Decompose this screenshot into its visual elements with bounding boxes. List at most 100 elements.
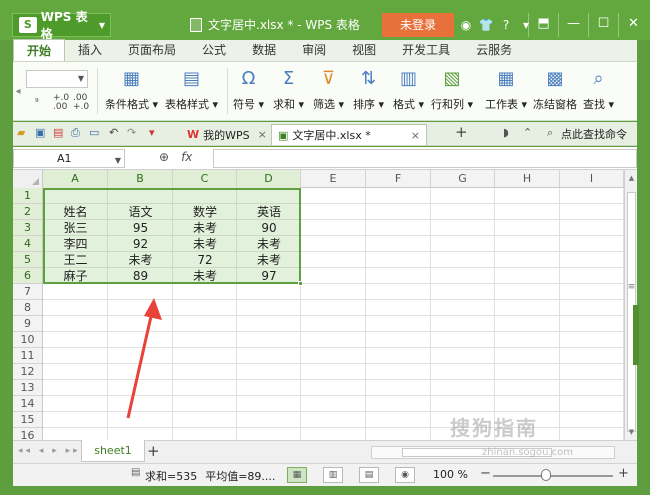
- increase-decimal-icon[interactable]: +.0 .00: [53, 94, 69, 112]
- page-break-view-icon[interactable]: ▥: [323, 467, 343, 483]
- sort-button[interactable]: ⇅ 排序 ▾: [353, 66, 384, 112]
- doc-tab-active-file[interactable]: ▣ 文字居中.xlsx * ×: [271, 124, 427, 145]
- app-menu-button[interactable]: S WPS 表格 ▼: [12, 10, 111, 41]
- thousands-separator-icon[interactable]: ⁹: [35, 98, 39, 108]
- tab-formulas[interactable]: 公式: [189, 39, 239, 61]
- conditional-format-button[interactable]: ▦ 条件格式 ▾: [105, 66, 158, 112]
- minimize-button[interactable]: —: [558, 13, 588, 37]
- cell-b2[interactable]: 语文: [108, 204, 173, 220]
- cell-c6[interactable]: 未考: [173, 268, 237, 284]
- row-header-16[interactable]: 16: [13, 428, 43, 440]
- cell-a2[interactable]: 姓名: [43, 204, 108, 220]
- eye-protect-icon[interactable]: ◉: [395, 467, 415, 483]
- shirt-icon[interactable]: 👕: [478, 18, 494, 32]
- cell-d4[interactable]: 未考: [237, 236, 301, 252]
- sheet-navigation-icons[interactable]: ◂◂ ◂ ▸ ▸▸: [18, 446, 81, 456]
- row-header-8[interactable]: 8: [13, 300, 43, 316]
- print-preview-icon[interactable]: ▭: [89, 126, 99, 139]
- redo-icon[interactable]: ↷: [127, 126, 136, 139]
- row-header-5[interactable]: 5: [13, 252, 43, 268]
- skin-icon[interactable]: ◉: [458, 18, 474, 32]
- cell-a5[interactable]: 王二: [43, 252, 108, 268]
- tab-insert[interactable]: 插入: [65, 39, 115, 61]
- row-header-15[interactable]: 15: [13, 412, 43, 428]
- cell-c1[interactable]: [173, 188, 237, 204]
- cell-b3[interactable]: 95: [108, 220, 173, 236]
- tab-review[interactable]: 审阅: [289, 39, 339, 61]
- add-tab-icon[interactable]: +: [455, 123, 468, 141]
- tab-data[interactable]: 数据: [239, 39, 289, 61]
- row-header-1[interactable]: 1: [13, 188, 43, 204]
- column-header-d[interactable]: D: [237, 170, 301, 188]
- sidebar-toggle-handle[interactable]: [633, 305, 639, 365]
- zoom-out-icon[interactable]: −: [480, 466, 491, 481]
- save-icon[interactable]: ▣: [35, 126, 45, 139]
- table-style-button[interactable]: ▤ 表格样式 ▾: [165, 66, 218, 112]
- cell-c2[interactable]: 数学: [173, 204, 237, 220]
- cell-d6[interactable]: 97: [237, 268, 301, 284]
- maximize-button[interactable]: ☐: [588, 13, 618, 37]
- row-header-6[interactable]: 6: [13, 268, 43, 284]
- row-header-11[interactable]: 11: [13, 348, 43, 364]
- cell-c3[interactable]: 未考: [173, 220, 237, 236]
- close-button[interactable]: ✕: [618, 13, 648, 37]
- customize-toolbar-icon[interactable]: ▾: [149, 126, 155, 139]
- column-header-c[interactable]: C: [173, 170, 237, 188]
- cell-b5[interactable]: 未考: [108, 252, 173, 268]
- column-header-a[interactable]: A: [43, 170, 108, 188]
- row-header-10[interactable]: 10: [13, 332, 43, 348]
- cell-d3[interactable]: 90: [237, 220, 301, 236]
- column-header-b[interactable]: B: [108, 170, 173, 188]
- symbol-button[interactable]: Ω 符号 ▾: [233, 66, 264, 112]
- help-icon[interactable]: ?: [498, 18, 514, 32]
- cell-d1[interactable]: [237, 188, 301, 204]
- cell-a1[interactable]: [43, 188, 108, 204]
- tab-view[interactable]: 视图: [339, 39, 389, 61]
- row-header-2[interactable]: 2: [13, 204, 43, 220]
- sheet-tab-sheet1[interactable]: sheet1: [81, 440, 145, 462]
- column-header-i[interactable]: I: [560, 170, 624, 188]
- format-button[interactable]: ▥ 格式 ▾: [393, 66, 424, 112]
- cell-b6[interactable]: 89: [108, 268, 173, 284]
- doc-tab-my-wps[interactable]: W 我的WPS ×: [181, 124, 273, 145]
- row-header-13[interactable]: 13: [13, 380, 43, 396]
- normal-view-icon[interactable]: ▦: [287, 467, 307, 483]
- worksheet-button[interactable]: ▦ 工作表 ▾: [485, 66, 527, 112]
- zoom-slider[interactable]: [493, 475, 613, 477]
- column-header-h[interactable]: H: [495, 170, 560, 188]
- column-header-g[interactable]: G: [431, 170, 495, 188]
- row-header-4[interactable]: 4: [13, 236, 43, 252]
- cell-a4[interactable]: 李四: [43, 236, 108, 252]
- zoom-icon[interactable]: ⊕: [159, 150, 169, 164]
- export-pdf-icon[interactable]: ▤: [53, 126, 63, 139]
- filter-button[interactable]: ⊽ 筛选 ▾: [313, 66, 344, 112]
- row-header-12[interactable]: 12: [13, 364, 43, 380]
- select-all-corner[interactable]: [13, 170, 43, 188]
- cell-a6[interactable]: 麻子: [43, 268, 108, 284]
- cell-d2[interactable]: 英语: [237, 204, 301, 220]
- cell-c4[interactable]: 未考: [173, 236, 237, 252]
- cell-a3[interactable]: 张三: [43, 220, 108, 236]
- row-header-9[interactable]: 9: [13, 316, 43, 332]
- open-folder-icon[interactable]: ▰: [17, 126, 25, 139]
- font-size-select[interactable]: ▼: [26, 70, 88, 88]
- zoom-in-icon[interactable]: +: [618, 466, 629, 481]
- cell-b1[interactable]: [108, 188, 173, 204]
- close-icon[interactable]: ×: [411, 129, 420, 142]
- reading-layout-icon[interactable]: ▤: [359, 467, 379, 483]
- close-icon[interactable]: ×: [258, 128, 267, 141]
- row-header-3[interactable]: 3: [13, 220, 43, 236]
- command-search[interactable]: 点此查找命令: [561, 126, 627, 142]
- formula-input[interactable]: [213, 149, 637, 168]
- row-header-14[interactable]: 14: [13, 396, 43, 412]
- tab-home[interactable]: 开始: [13, 39, 66, 61]
- zoom-slider-handle[interactable]: [541, 469, 551, 481]
- column-header-f[interactable]: F: [366, 170, 431, 188]
- tab-page-layout[interactable]: 页面布局: [115, 39, 189, 61]
- tab-developer[interactable]: 开发工具: [389, 39, 463, 61]
- column-header-e[interactable]: E: [301, 170, 366, 188]
- cell-d5[interactable]: 未考: [237, 252, 301, 268]
- row-header-7[interactable]: 7: [13, 284, 43, 300]
- ribbon-scroll-left-icon[interactable]: ◂: [13, 77, 23, 107]
- fx-icon[interactable]: fx: [181, 150, 192, 164]
